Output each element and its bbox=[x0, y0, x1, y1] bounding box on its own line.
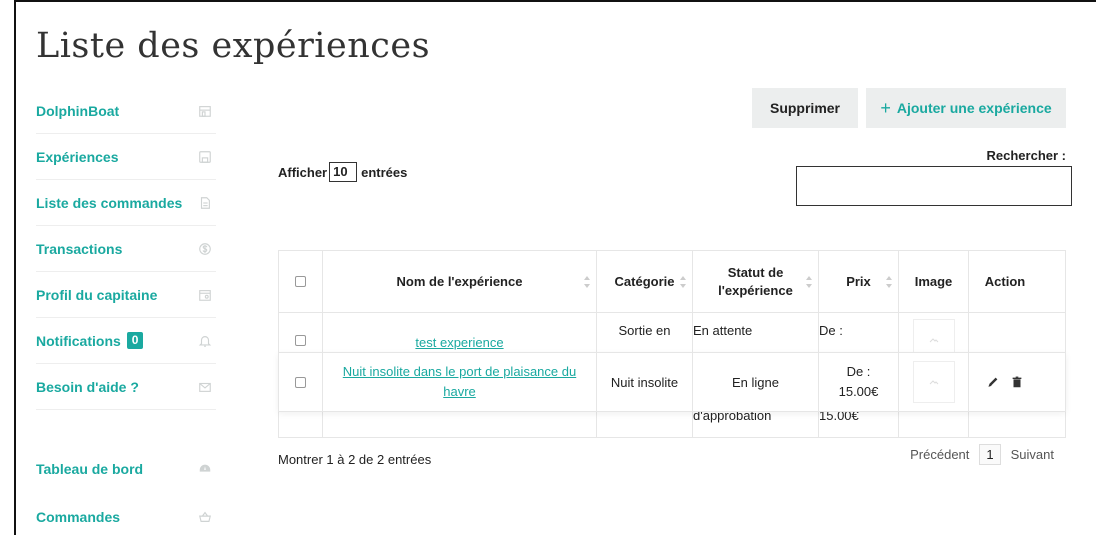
plus-icon: + bbox=[880, 97, 891, 118]
store-icon bbox=[196, 102, 214, 120]
sidebar-item-captain-profile[interactable]: Profil du capitaine bbox=[36, 272, 216, 318]
edit-pencil-icon[interactable] bbox=[986, 375, 1000, 389]
sidebar-item-label: Besoin d'aide ? bbox=[36, 378, 139, 395]
sort-icon bbox=[886, 275, 892, 288]
page-length-select[interactable]: 10 bbox=[329, 162, 358, 182]
notification-count-badge: 0 bbox=[126, 332, 144, 349]
column-header-label: Image bbox=[914, 273, 953, 289]
dollar-icon bbox=[196, 240, 214, 258]
column-header-label: Prix bbox=[846, 273, 871, 289]
row-checkbox[interactable] bbox=[295, 376, 306, 388]
next-page-button[interactable]: Suivant bbox=[1005, 447, 1060, 462]
image-placeholder-icon bbox=[929, 380, 938, 385]
show-suffix: entrées bbox=[361, 164, 408, 180]
column-header-label: Catégorie bbox=[614, 273, 675, 289]
column-header-action: Action bbox=[969, 251, 1041, 312]
sidebar-item-orders[interactable]: Commandes bbox=[36, 494, 216, 535]
sidebar-item-label: Transactions bbox=[36, 240, 123, 257]
sidebar-item-label: Liste des commandes bbox=[36, 194, 183, 211]
column-header-label: Nom de l'expérience bbox=[396, 273, 523, 289]
sidebar-item-dashboard[interactable]: Tableau de bord bbox=[36, 446, 216, 492]
sidebar-item-dolphinboat[interactable]: DolphinBoat bbox=[36, 88, 216, 134]
category-text: Nuit insolite bbox=[610, 374, 679, 390]
sidebar-item-experiences[interactable]: Expériences bbox=[36, 134, 216, 180]
column-header-price[interactable]: Prix bbox=[819, 251, 899, 312]
status-text: En ligne bbox=[732, 374, 779, 390]
id-card-icon bbox=[196, 286, 214, 304]
page-length-control: Afficher 10 entrées bbox=[278, 162, 407, 182]
floppy-icon bbox=[196, 148, 214, 166]
table-info: Montrer 1 à 2 de 2 entrées bbox=[278, 452, 432, 467]
envelope-icon bbox=[196, 378, 214, 396]
sidebar-item-transactions[interactable]: Transactions bbox=[36, 226, 216, 272]
thumbnail bbox=[912, 361, 955, 403]
table-row-dragging[interactable]: Nuit insolite dans le port de plaisance … bbox=[278, 352, 1066, 412]
row-category-cell: Nuit insolite bbox=[597, 353, 693, 411]
column-header-name[interactable]: Nom de l'expérience bbox=[323, 251, 597, 312]
status-text: En attente bbox=[693, 323, 753, 338]
page-title: Liste des expériences bbox=[36, 26, 431, 66]
add-experience-label: Ajouter une expérience bbox=[896, 100, 1052, 116]
row-checkbox[interactable] bbox=[295, 335, 306, 346]
price-prefix: De : bbox=[819, 323, 843, 338]
header-checkbox-cell bbox=[279, 251, 323, 312]
document-icon bbox=[196, 194, 214, 212]
row-price-cell: De : 15.00€ bbox=[819, 353, 899, 411]
experience-name-link[interactable]: test experience bbox=[415, 335, 503, 350]
column-header-label: Statut de l'expérience bbox=[718, 264, 793, 298]
column-header-status[interactable]: Statut de l'expérience bbox=[693, 251, 819, 312]
image-placeholder-icon bbox=[929, 338, 938, 343]
previous-page-button[interactable]: Précédent bbox=[904, 447, 975, 462]
column-header-image: Image bbox=[899, 251, 969, 312]
sidebar-item-label: Notifications 0 bbox=[36, 332, 144, 349]
sort-icon bbox=[680, 275, 686, 288]
category-text: Sortie en bbox=[618, 323, 671, 338]
row-checkbox-cell bbox=[279, 353, 323, 411]
dashboard-icon bbox=[196, 460, 214, 478]
search-input[interactable] bbox=[796, 166, 1072, 206]
sort-icon bbox=[584, 275, 590, 288]
pagination: Précédent 1 Suivant bbox=[904, 444, 1060, 465]
bell-icon bbox=[196, 332, 214, 350]
row-name-cell: Nuit insolite dans le port de plaisance … bbox=[323, 353, 597, 411]
sidebar-item-help[interactable]: Besoin d'aide ? bbox=[36, 364, 216, 410]
price-prefix: De : bbox=[846, 364, 871, 379]
trash-icon[interactable] bbox=[1010, 375, 1024, 389]
show-prefix: Afficher bbox=[278, 164, 328, 180]
window-left-border bbox=[14, 0, 16, 535]
window-top-border bbox=[14, 0, 1096, 2]
delete-button[interactable]: Supprimer bbox=[752, 88, 858, 128]
column-header-label: Action bbox=[984, 273, 1026, 289]
sidebar-item-notifications[interactable]: Notifications 0 bbox=[36, 318, 216, 364]
experience-name-link[interactable]: Nuit insolite dans le port de plaisance … bbox=[333, 362, 586, 402]
sidebar-item-label: Profil du capitaine bbox=[36, 286, 158, 303]
select-all-checkbox[interactable] bbox=[295, 276, 306, 287]
add-experience-button[interactable]: + Ajouter une expérience bbox=[866, 88, 1066, 128]
notifications-label: Notifications bbox=[36, 332, 121, 349]
basket-icon bbox=[196, 508, 214, 526]
search-label: Rechercher : bbox=[986, 148, 1066, 163]
sidebar-item-label: Tableau de bord bbox=[36, 461, 144, 477]
page-1-button[interactable]: 1 bbox=[979, 444, 1001, 465]
sidebar-item-orders-list[interactable]: Liste des commandes bbox=[36, 180, 216, 226]
column-header-category[interactable]: Catégorie bbox=[597, 251, 693, 312]
sort-icon bbox=[806, 275, 812, 288]
row-image-cell bbox=[899, 353, 969, 411]
price-value: 15.00€ bbox=[838, 384, 879, 399]
sidebar-item-label: Expériences bbox=[36, 148, 119, 165]
row-action-cell bbox=[969, 353, 1041, 411]
sidebar-item-label: DolphinBoat bbox=[36, 102, 120, 119]
table-header-row: Nom de l'expérience Catégorie Statut de … bbox=[279, 251, 1065, 313]
row-status-cell: En ligne bbox=[693, 353, 819, 411]
sidebar-item-label: Commandes bbox=[36, 509, 121, 525]
